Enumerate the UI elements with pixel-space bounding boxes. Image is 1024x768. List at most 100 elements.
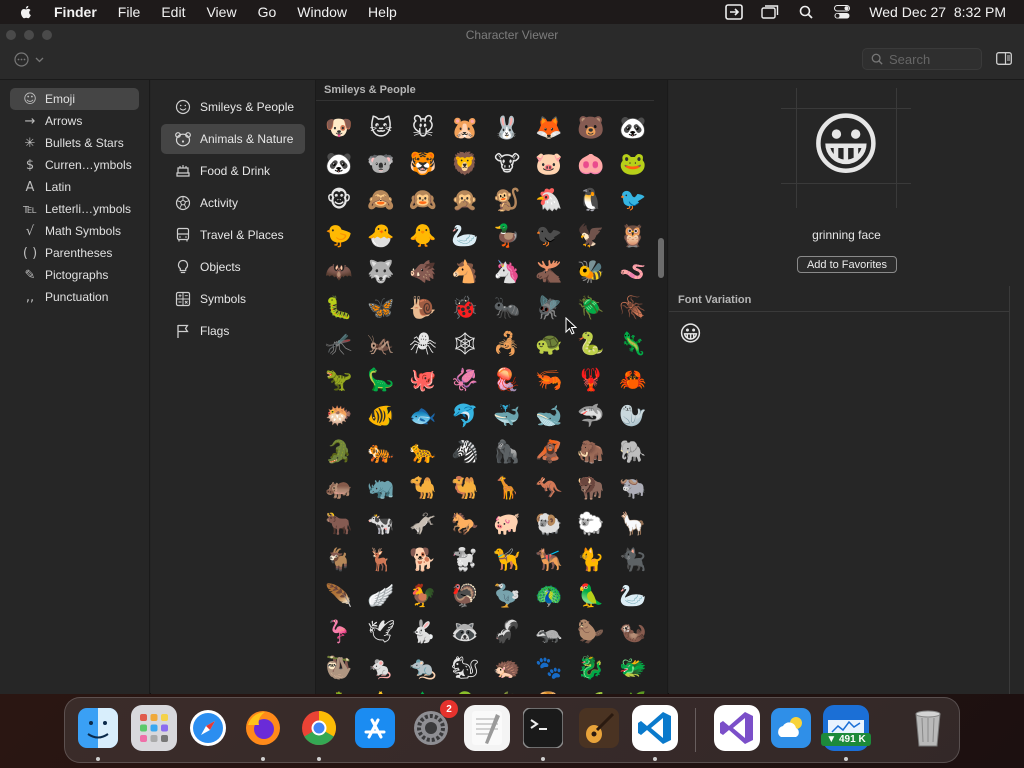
emoji-cell[interactable]: 🐢 <box>528 326 570 362</box>
emoji-cell[interactable]: 🦥 <box>318 650 360 686</box>
category-activity[interactable]: Activity <box>161 188 305 218</box>
emoji-cell[interactable]: 🦧 <box>528 434 570 470</box>
dock-safari[interactable] <box>185 705 231 751</box>
dock-finder[interactable] <box>75 705 121 751</box>
emoji-cell[interactable]: 🐐 <box>318 542 360 578</box>
emoji-cell[interactable]: 🦝 <box>444 614 486 650</box>
emoji-cell[interactable]: 🦘 <box>528 470 570 506</box>
emoji-cell[interactable]: 🐊 <box>318 434 360 470</box>
emoji-cell[interactable]: 🕊 <box>360 614 402 650</box>
emoji-cell[interactable]: 🐜 <box>486 290 528 326</box>
screen-mirror-icon[interactable] <box>725 4 744 20</box>
grid-scrollbar[interactable] <box>658 238 664 278</box>
dock-visual-studio[interactable] <box>714 705 760 751</box>
emoji-cell[interactable]: 🦢 <box>444 218 486 254</box>
emoji-cell[interactable]: 🐈‍⬛ <box>612 542 654 578</box>
emoji-cell[interactable]: 🦬 <box>570 470 612 506</box>
emoji-cell[interactable]: 🐼 <box>318 146 360 182</box>
emoji-cell[interactable]: 🐰 <box>486 110 528 146</box>
emoji-cell[interactable]: 🪵 <box>528 686 570 695</box>
dock-trash[interactable] <box>905 705 951 751</box>
emoji-cell[interactable]: 🐧 <box>570 182 612 218</box>
emoji-cell[interactable]: 🐡 <box>318 398 360 434</box>
category-smileys-people[interactable]: Smileys & People <box>161 92 305 122</box>
emoji-cell[interactable]: 🐘 <box>612 434 654 470</box>
menu-edit[interactable]: Edit <box>161 4 185 20</box>
emoji-cell[interactable]: 🦓 <box>444 434 486 470</box>
emoji-cell[interactable]: 🐴 <box>444 254 486 290</box>
emoji-cell[interactable]: 🦎 <box>612 326 654 362</box>
emoji-cell[interactable]: 🦁 <box>444 146 486 182</box>
emoji-cell[interactable]: 🐫 <box>444 470 486 506</box>
dock-textedit[interactable] <box>464 705 510 751</box>
emoji-cell[interactable]: 🦟 <box>318 326 360 362</box>
emoji-cell[interactable]: 🐪 <box>402 470 444 506</box>
emoji-cell[interactable]: 🐝 <box>570 254 612 290</box>
emoji-cell[interactable]: 🐓 <box>402 578 444 614</box>
emoji-cell[interactable]: 🦌 <box>360 542 402 578</box>
emoji-cell[interactable]: 🐕 <box>402 542 444 578</box>
emoji-cell[interactable]: 🦤 <box>486 578 528 614</box>
emoji-cell[interactable]: 🙈 <box>360 182 402 218</box>
menu-help[interactable]: Help <box>368 4 397 20</box>
menu-file[interactable]: File <box>118 4 141 20</box>
category-objects[interactable]: Objects <box>161 252 305 282</box>
emoji-cell[interactable]: 🐿 <box>444 650 486 686</box>
emoji-cell[interactable]: 🌳 <box>444 686 486 695</box>
emoji-cell[interactable]: 🦞 <box>570 362 612 398</box>
search-field[interactable] <box>862 48 982 70</box>
emoji-cell[interactable]: 🐻 <box>570 110 612 146</box>
control-center-icon[interactable] <box>833 4 851 20</box>
sidebar-item-bullets-stars[interactable]: ✳ Bullets & Stars <box>10 132 139 154</box>
emoji-cell[interactable]: 🐌 <box>402 290 444 326</box>
sidebar-item-pictographs[interactable]: ✎ Pictographs <box>10 264 139 286</box>
emoji-cell[interactable]: 🐗 <box>402 254 444 290</box>
emoji-cell[interactable]: 🌵 <box>318 686 360 695</box>
emoji-cell[interactable]: 🐦‍⬛ <box>528 218 570 254</box>
emoji-cell[interactable]: 🐅 <box>360 434 402 470</box>
dock-settings[interactable]: 2 <box>408 700 458 751</box>
apple-icon[interactable] <box>18 4 34 20</box>
emoji-cell[interactable]: 🎄 <box>360 686 402 695</box>
emoji-cell[interactable]: 🦈 <box>570 398 612 434</box>
emoji-cell[interactable]: 🦭 <box>612 398 654 434</box>
category-travel-places[interactable]: Travel & Places <box>161 220 305 250</box>
sidebar-item-emoji[interactable]: ☺ Emoji <box>10 88 139 110</box>
dock-app-store[interactable] <box>352 705 398 751</box>
actions-menu-button[interactable] <box>14 52 44 67</box>
emoji-cell[interactable]: 🐇 <box>402 614 444 650</box>
emoji-cell[interactable]: 🪳 <box>612 290 654 326</box>
emoji-cell[interactable]: 🦦 <box>612 614 654 650</box>
emoji-cell[interactable]: 🦒 <box>486 470 528 506</box>
emoji-cell[interactable]: 🐙 <box>402 362 444 398</box>
emoji-cell[interactable]: 🕸 <box>444 326 486 362</box>
sidebar-item-latin[interactable]: A Latin <box>10 176 139 198</box>
emoji-cell[interactable]: 🌿 <box>612 686 654 695</box>
emoji-cell[interactable]: 🐉 <box>570 650 612 686</box>
emoji-cell[interactable]: 🐾 <box>528 650 570 686</box>
emoji-cell[interactable]: 🪰 <box>528 290 570 326</box>
emoji-cell[interactable]: 🐩 <box>444 542 486 578</box>
emoji-cell[interactable]: 🪽 <box>360 578 402 614</box>
emoji-cell[interactable]: 🐃 <box>612 470 654 506</box>
emoji-cell[interactable]: 🐑 <box>570 506 612 542</box>
emoji-cell[interactable]: 🦛 <box>318 470 360 506</box>
emoji-cell[interactable]: 🐖 <box>486 506 528 542</box>
emoji-cell[interactable]: 🦮 <box>486 542 528 578</box>
emoji-cell[interactable]: 🐠 <box>360 398 402 434</box>
dock-vscode[interactable] <box>632 705 678 751</box>
emoji-cell[interactable]: 🦆 <box>486 218 528 254</box>
emoji-cell[interactable]: 🐵 <box>318 182 360 218</box>
emoji-cell[interactable]: 🐷 <box>528 146 570 182</box>
emoji-cell[interactable]: 🐲 <box>612 650 654 686</box>
menu-app-name[interactable]: Finder <box>54 4 97 20</box>
emoji-cell[interactable]: 🐨 <box>360 146 402 182</box>
emoji-cell[interactable]: 🦍 <box>486 434 528 470</box>
emoji-cell[interactable]: 🐯 <box>402 146 444 182</box>
emoji-cell[interactable]: 🙊 <box>444 182 486 218</box>
dock-terminal[interactable] <box>520 705 566 751</box>
emoji-cell[interactable]: 🐟 <box>402 398 444 434</box>
emoji-cell[interactable]: 🦫 <box>570 614 612 650</box>
emoji-cell[interactable]: 🦉 <box>612 218 654 254</box>
emoji-cell[interactable]: 🦖 <box>318 362 360 398</box>
